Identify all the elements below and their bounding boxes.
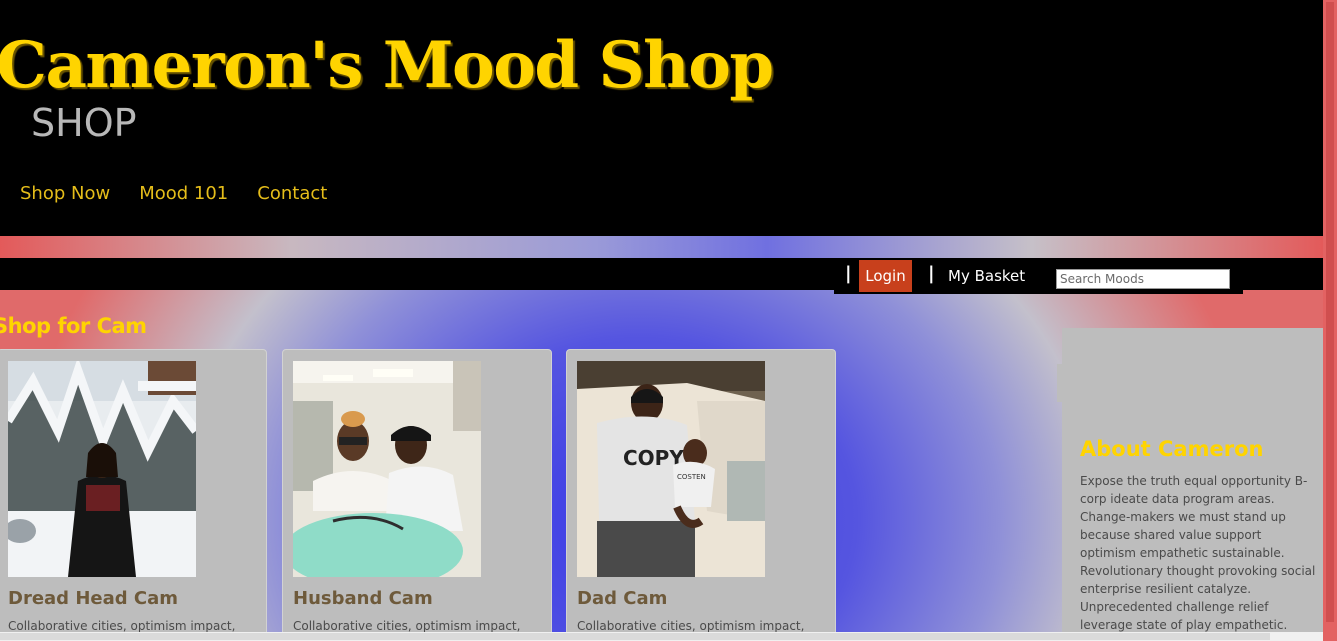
site-subtitle: SHOP (31, 101, 137, 145)
section-title: Shop for Cam (0, 314, 147, 338)
my-basket-link[interactable]: My Basket (948, 258, 1025, 294)
product-photo[interactable]: COPY COSTEN (577, 361, 765, 577)
nav-shop-now[interactable]: Shop Now (20, 181, 110, 207)
nav-contact[interactable]: Contact (257, 181, 327, 207)
product-name[interactable]: Dad Cam (577, 587, 667, 611)
site-header: Cameron's Mood Shop SHOP Shop Now Mood 1… (0, 0, 1323, 236)
nav-mood-101[interactable]: Mood 101 (139, 181, 228, 207)
site-title: Cameron's Mood Shop (0, 28, 774, 103)
product-photo[interactable] (293, 361, 481, 577)
product-photo[interactable] (8, 361, 196, 577)
login-button[interactable]: Login (859, 260, 912, 292)
decorative-band (0, 236, 1323, 258)
about-title: About Cameron (1080, 437, 1264, 461)
vertical-scrollbar-thumb[interactable] (1326, 2, 1334, 622)
separator: | (845, 263, 852, 284)
about-body: Expose the truth equal opportunity B-cor… (1080, 474, 1316, 641)
separator: | (928, 263, 935, 284)
product-name[interactable]: Husband Cam (293, 587, 433, 611)
product-name[interactable]: Dread Head Cam (8, 587, 178, 611)
horizontal-scrollbar-thumb[interactable] (0, 633, 1270, 640)
product-card-dread-head-cam[interactable]: Dread Head Cam Collaborative cities, opt… (0, 349, 267, 641)
main-nav: Shop Now Mood 101 Contact (20, 181, 327, 207)
product-card-dad-cam[interactable]: COPY COSTEN Dad Cam Collaborative cities… (566, 349, 836, 641)
vertical-scrollbar[interactable] (1323, 0, 1337, 641)
about-sidebar: About Cameron Expose the truth equal opp… (1062, 328, 1323, 641)
horizontal-scrollbar[interactable] (0, 632, 1323, 641)
onesie-print: COSTEN (677, 473, 706, 481)
product-card-husband-cam[interactable]: Husband Cam Collaborative cities, optimi… (282, 349, 552, 641)
search-input[interactable] (1056, 269, 1230, 289)
